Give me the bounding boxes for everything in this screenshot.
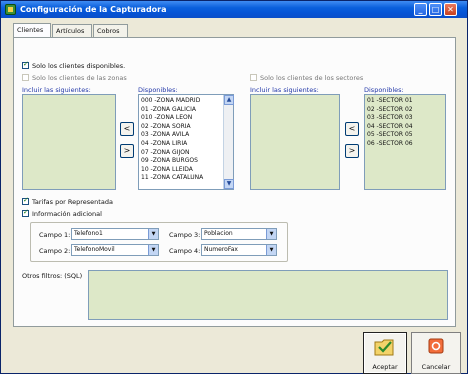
solo-zonas-label: Solo los clientes de las zonas bbox=[32, 74, 127, 82]
campo3-value: Poblacion bbox=[204, 230, 233, 237]
campo2-select[interactable]: TelefonoMovil ▼ bbox=[71, 244, 159, 256]
tarifas-label: Tarifas por Representada bbox=[32, 198, 113, 206]
solo-sectores-label: Solo los clientes de los sectores bbox=[260, 74, 364, 82]
campo3-select[interactable]: Poblacion ▼ bbox=[201, 228, 277, 240]
app-icon bbox=[5, 4, 16, 15]
solo-disponibles-label: Solo los clientes disponibles. bbox=[32, 62, 126, 70]
campos-group: Campo 1: Telefono1 ▼ Campo 2: TelefonoMo… bbox=[30, 222, 288, 262]
list-item[interactable]: 010 -ZONA LEON bbox=[141, 114, 221, 123]
otros-filtros-textarea[interactable] bbox=[88, 270, 448, 320]
campo1-select[interactable]: Telefono1 ▼ bbox=[71, 228, 159, 240]
list-item[interactable]: 03 -SECTOR 03 bbox=[367, 114, 443, 123]
maximize-button[interactable]: □ bbox=[429, 3, 442, 16]
campo4-value: NumeroFax bbox=[204, 246, 238, 253]
checkbox-box[interactable] bbox=[250, 74, 257, 81]
solo-sectores-checkbox[interactable]: Solo los clientes de los sectores bbox=[250, 74, 363, 82]
zonas-disponibles-list[interactable]: 000 -ZONA MADRID 01 -ZONA GALICIA 010 -Z… bbox=[138, 94, 234, 190]
campo3-label: Campo 3: bbox=[169, 231, 201, 239]
checkbox-box[interactable] bbox=[22, 74, 29, 81]
close-button[interactable]: ✕ bbox=[444, 3, 457, 16]
chevron-down-icon[interactable]: ▼ bbox=[148, 229, 158, 239]
otros-filtros-label: Otros filtros: (SQL) bbox=[22, 272, 83, 280]
list-item[interactable]: 04 -SECTOR 04 bbox=[367, 123, 443, 132]
list-item[interactable]: 07 -ZONA GIJON bbox=[141, 149, 221, 158]
title-bar[interactable]: Configuración de la Capturadora _ □ ✕ bbox=[1, 1, 467, 18]
list-item[interactable]: 09 -ZONA BURGOS bbox=[141, 157, 221, 166]
aceptar-button[interactable]: Aceptar bbox=[363, 332, 407, 374]
list-item[interactable]: 06 -SECTOR 06 bbox=[367, 140, 443, 149]
sectores-disponibles-list[interactable]: 01 -SECTOR 01 02 -SECTOR 02 03 -SECTOR 0… bbox=[364, 94, 446, 190]
list-item[interactable]: 11 -ZONA CATALUÑA bbox=[141, 174, 221, 183]
solo-zonas-checkbox[interactable]: Solo los clientes de las zonas bbox=[22, 74, 127, 82]
campo4-label: Campo 4: bbox=[169, 247, 201, 255]
chevron-down-icon[interactable]: ▼ bbox=[266, 229, 276, 239]
campo2-value: TelefonoMovil bbox=[74, 246, 115, 253]
tab-cobros[interactable]: Cobros bbox=[93, 24, 128, 37]
minimize-button[interactable]: _ bbox=[414, 3, 427, 16]
config-window: Configuración de la Capturadora _ □ ✕ Cl… bbox=[0, 0, 468, 374]
sectores-add-button[interactable]: < bbox=[345, 122, 359, 136]
cancel-icon bbox=[428, 338, 444, 354]
zonas-incluir-list[interactable] bbox=[22, 94, 116, 190]
list-item[interactable]: 04 -ZONA LIRIA bbox=[141, 140, 221, 149]
tarifas-checkbox[interactable]: Tarifas por Representada bbox=[22, 196, 113, 206]
list-item[interactable]: 02 -ZONA SORIA bbox=[141, 123, 221, 132]
zonas-add-button[interactable]: < bbox=[120, 122, 134, 136]
tab-panel-clientes: Solo los clientes disponibles. Solo los … bbox=[13, 37, 456, 327]
checkbox-box[interactable] bbox=[22, 60, 29, 69]
campo2-label: Campo 2: bbox=[39, 247, 71, 255]
window-title: Configuración de la Capturadora bbox=[20, 5, 167, 14]
info-adicional-label: Información adicional bbox=[32, 210, 102, 218]
aceptar-label: Aceptar bbox=[372, 363, 398, 371]
tab-clientes[interactable]: Clientes bbox=[13, 23, 51, 37]
sectores-disponibles-label: Disponibles: bbox=[364, 86, 404, 94]
cancelar-label: Cancelar bbox=[421, 363, 451, 371]
minimize-icon: _ bbox=[418, 5, 423, 14]
campo1-label: Campo 1: bbox=[39, 231, 71, 239]
campo1-value: Telefono1 bbox=[74, 230, 103, 237]
sectores-incluir-label: Incluir las siguientes: bbox=[250, 86, 319, 94]
maximize-icon: □ bbox=[431, 5, 440, 14]
tab-articulos[interactable]: Artículos bbox=[52, 24, 92, 37]
list-item[interactable]: 05 -SECTOR 05 bbox=[367, 131, 443, 140]
scroll-up-icon[interactable]: ▲ bbox=[224, 95, 234, 105]
list-item[interactable]: 000 -ZONA MADRID bbox=[141, 97, 221, 106]
list-item[interactable]: 03 -ZONA AVILA bbox=[141, 131, 221, 140]
checkmark-folder-icon bbox=[374, 339, 394, 356]
list-item[interactable]: 10 -ZONA LLEIDA bbox=[141, 166, 221, 175]
zonas-remove-button[interactable]: > bbox=[120, 144, 134, 158]
chevron-down-icon[interactable]: ▼ bbox=[148, 245, 158, 255]
cancelar-button[interactable]: Cancelar bbox=[411, 332, 461, 374]
checkbox-box[interactable] bbox=[22, 196, 29, 205]
zonas-disponibles-label: Disponibles: bbox=[138, 86, 178, 94]
checkbox-box[interactable] bbox=[22, 208, 29, 217]
scroll-down-icon[interactable]: ▼ bbox=[224, 179, 234, 189]
zonas-scrollbar[interactable]: ▲ ▼ bbox=[223, 95, 234, 189]
campo4-select[interactable]: NumeroFax ▼ bbox=[201, 244, 277, 256]
chevron-down-icon[interactable]: ▼ bbox=[266, 245, 276, 255]
close-icon: ✕ bbox=[447, 5, 454, 14]
sectores-incluir-list[interactable] bbox=[250, 94, 340, 190]
list-item[interactable]: 02 -SECTOR 02 bbox=[367, 106, 443, 115]
zonas-incluir-label: Incluir las siguientes: bbox=[22, 86, 91, 94]
solo-disponibles-checkbox[interactable]: Solo los clientes disponibles. bbox=[22, 60, 126, 70]
sectores-remove-button[interactable]: > bbox=[345, 144, 359, 158]
info-adicional-checkbox[interactable]: Información adicional bbox=[22, 208, 102, 218]
list-item[interactable]: 01 -SECTOR 01 bbox=[367, 97, 443, 106]
list-item[interactable]: 01 -ZONA GALICIA bbox=[141, 106, 221, 115]
